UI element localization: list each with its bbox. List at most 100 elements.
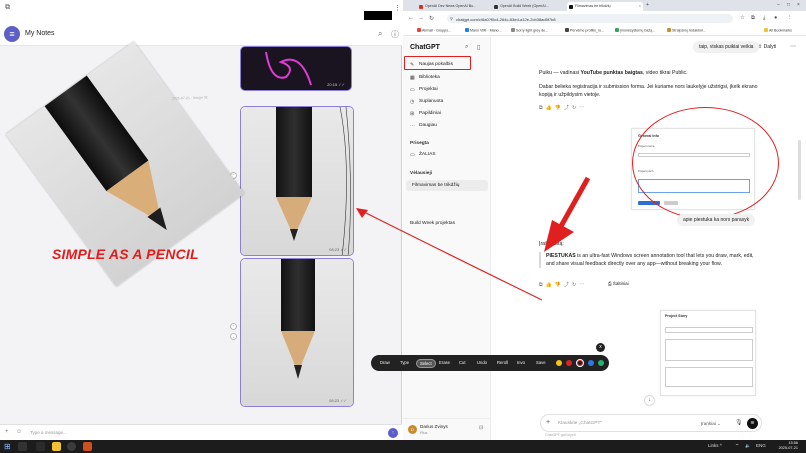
taskbar-app-icon[interactable]: [36, 442, 45, 451]
bookmarks-bar: Airmail - Gruppo... Mano VMI - Mano... S…: [403, 26, 806, 36]
file-explorer-icon[interactable]: [52, 442, 61, 451]
url-text: chatgpt.com/c/6a0?f0c4-264c-83ed-a12e-2c…: [456, 16, 556, 22]
start-icon[interactable]: ⊞: [4, 442, 11, 451]
sidebar-item-pinned[interactable]: ▭ ŽALIAS: [406, 149, 488, 160]
bookmark[interactable]: Pervėme profilio_ro...: [565, 28, 604, 33]
form-screenshot-2[interactable]: Project Story: [660, 310, 756, 396]
menu-icon[interactable]: ⋮: [787, 15, 793, 21]
sidebar-item-plugins[interactable]: ⊞ Papildiniai: [406, 108, 488, 119]
search-icon[interactable]: ⌕: [465, 44, 468, 51]
image-card-top[interactable]: 20:15 ✓✓: [240, 46, 352, 91]
tool-type[interactable]: Type: [400, 360, 409, 365]
more-icon[interactable]: ⋯: [790, 43, 802, 50]
chat-input[interactable]: Klauskite „ChatGPT“: [558, 421, 602, 426]
bookmark[interactable]: Mano VMI - Mano...: [465, 28, 502, 33]
color-swatch-black[interactable]: [575, 358, 585, 368]
voice-mode-icon[interactable]: ≋: [747, 418, 758, 429]
add-icon[interactable]: +: [5, 429, 9, 435]
notes-title: My Notes: [25, 30, 55, 37]
sidebar-item-projects[interactable]: ▭ Projektai: [406, 84, 488, 95]
sidebar-item-scheduled[interactable]: ◷ Suplanuota: [406, 96, 488, 107]
browser-tab[interactable]: OpenAI Dev News OpenAI Bu...: [417, 2, 491, 11]
bookmark[interactable]: Airmail - Gruppo...: [417, 28, 451, 33]
user-block[interactable]: D Darius Zvinys Plus ⊡: [403, 418, 491, 440]
tool-reroll[interactable]: Reroll: [497, 360, 508, 365]
user-message: taip, viskas puikiai veikia: [693, 41, 760, 53]
add-icon[interactable]: +: [546, 419, 550, 426]
scrollbar[interactable]: [798, 140, 801, 200]
chat-composer[interactable]: + Klauskite „ChatGPT“ Įrankiai ⌄ 🎙 ≋: [540, 414, 762, 432]
tool-select[interactable]: Select: [416, 359, 436, 368]
sources-link[interactable]: ⎙ Šaltiniai: [608, 280, 629, 288]
taskbar-app-icon[interactable]: [83, 442, 92, 451]
tool-undo[interactable]: Undo: [477, 360, 487, 365]
bookmark[interactable]: Įmonėsystemų bažą...: [615, 28, 655, 33]
maximize-icon[interactable]: □: [787, 2, 790, 8]
search-icon[interactable]: ⌕: [378, 29, 382, 39]
section-pinned: Prisegta: [410, 141, 429, 146]
info-icon[interactable]: ⓘ: [391, 29, 399, 40]
sidebar-item-library[interactable]: ▦ Biblioteka: [406, 72, 488, 83]
close-window-icon[interactable]: ×: [797, 2, 800, 8]
back-icon[interactable]: ←: [408, 15, 414, 21]
scroll-to-bottom-icon[interactable]: ↓: [644, 395, 655, 406]
tool-erase[interactable]: Erase: [439, 360, 450, 365]
gift-icon[interactable]: ⊡: [479, 425, 483, 431]
address-bar[interactable]: ⚲ chatgpt.com/c/6a0?f0c4-264c-83ed-a12e-…: [447, 14, 733, 23]
bookmark[interactable]: Sorry light grey de...: [511, 28, 548, 33]
clock-icon: ◷: [410, 98, 415, 105]
scroll-down-icon[interactable]: ⌄: [230, 333, 237, 340]
close-tab-icon[interactable]: ×: [639, 4, 641, 8]
browser-tab-active[interactable]: Filmavimas be trikdžių ×: [567, 2, 643, 11]
close-toolbar-icon[interactable]: x: [596, 343, 605, 352]
tools-dropdown[interactable]: Įrankiai ⌄: [701, 421, 721, 427]
redacted-box: [364, 11, 392, 20]
color-swatch-green[interactable]: [598, 360, 604, 366]
tool-save[interactable]: Save: [536, 360, 546, 365]
reload-icon[interactable]: ↻: [429, 15, 434, 22]
tool-invo[interactable]: Invo: [517, 360, 525, 365]
chatgpt-logo[interactable]: ChatGPT: [410, 44, 440, 51]
sidebar-item-recent-chat[interactable]: Filmavimas be trikdžių: [406, 180, 488, 191]
network-icon[interactable]: ⌔: [735, 443, 739, 449]
image-card-pencil-1[interactable]: 08:23 ✓✓: [240, 106, 354, 256]
minimize-icon[interactable]: –: [777, 2, 780, 8]
sidebar-item-more[interactable]: ⋯ Daugiau: [406, 120, 488, 131]
download-icon[interactable]: ⤓: [763, 15, 765, 22]
form-title: Project Story: [665, 314, 688, 318]
forward-icon[interactable]: →: [418, 15, 424, 21]
menu-icon[interactable]: ⋮: [394, 4, 401, 12]
app-avatar[interactable]: ≡: [4, 26, 20, 42]
message-input[interactable]: Type a message...: [30, 430, 67, 435]
new-tab-icon[interactable]: +: [646, 2, 649, 8]
clock[interactable]: 15:56 2025-07-21: [779, 441, 798, 451]
taskbar-app-icon[interactable]: [18, 442, 27, 451]
chrome-icon[interactable]: [67, 442, 76, 451]
color-swatch-blue[interactable]: [588, 360, 594, 366]
language-indicator[interactable]: ENG: [756, 443, 766, 448]
bookmark[interactable]: Straipsnių redaktori...: [667, 28, 706, 33]
form-textarea: [665, 367, 753, 387]
avatar: D: [408, 425, 417, 434]
back-icon[interactable]: ⧉: [5, 4, 10, 12]
color-swatch-yellow[interactable]: [556, 360, 562, 366]
tool-draw[interactable]: Draw: [380, 360, 390, 365]
color-swatch-red[interactable]: [566, 360, 572, 366]
tool-cut[interactable]: Cut: [459, 360, 466, 365]
browser-tab[interactable]: OpenAI Build Week (OpenAI...: [492, 2, 566, 11]
message-actions[interactable]: ⧉👍👎⤴↻⋯: [539, 104, 587, 111]
emoji-icon[interactable]: ☺: [16, 429, 22, 435]
extensions-icon[interactable]: ⧉: [751, 15, 755, 22]
tray-links[interactable]: Links ^: [708, 443, 722, 448]
microphone-icon[interactable]: 🎙: [735, 419, 743, 426]
star-icon[interactable]: ☆: [740, 15, 745, 21]
scroll-up-icon[interactable]: ⌃: [230, 323, 237, 330]
send-icon[interactable]: ↑: [388, 428, 398, 438]
volume-icon[interactable]: 🔈: [745, 443, 751, 449]
site-info-icon[interactable]: ⚲: [450, 16, 453, 21]
all-bookmarks[interactable]: All Bookmarks: [764, 28, 792, 33]
share-button[interactable]: ⇪ Dalyti: [758, 44, 792, 50]
profile-icon[interactable]: ●: [774, 15, 777, 21]
image-card-pencil-2[interactable]: 08:23 ✓✓: [240, 258, 354, 407]
sidebar-toggle-icon[interactable]: ▯: [477, 44, 480, 51]
